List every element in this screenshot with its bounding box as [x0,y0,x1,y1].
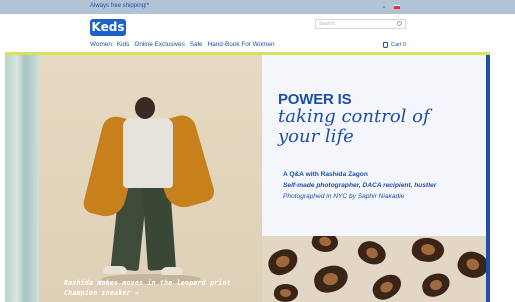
leopard-spot [354,236,390,270]
leopard-spot [453,246,486,284]
keds-logo[interactable]: Keds [90,19,126,36]
nav-item-online-exclusives[interactable]: Online Exclusives [134,40,184,50]
promo-text[interactable]: Always free shipping!* [90,3,149,9]
search-icon[interactable] [397,21,402,26]
leopard-spot [264,245,302,279]
leopard-print-image[interactable] [262,236,486,302]
hero-caption-link[interactable]: Rashida makes moves in the leopard print… [64,279,254,298]
hero-image[interactable] [5,55,262,302]
leopard-spot [312,263,350,295]
headline-bottom: taking control of your life [278,106,430,147]
leopard-spot [273,282,299,302]
qa-subtitle: Self-made photographer, DACA recipient, … [283,182,437,189]
leopard-spot [368,270,406,302]
curtain [5,55,39,302]
nav-item-kids[interactable]: Kids [117,40,129,50]
nav-item-sale[interactable]: Sale [190,40,203,50]
panel-border [486,55,490,302]
nav-item-women[interactable]: Women [90,40,112,50]
dot-icon [383,6,385,8]
nav-item-hand-book[interactable]: Hand-Book For Women [208,40,275,50]
qa-credit: Photographed in NYC by Saphir Niakadie [283,193,405,200]
sneaker [103,266,127,274]
leopard-spot [410,236,446,265]
main-nav: Women Kids Online Exclusives Sale Hand-B… [90,40,280,50]
leopard-spot [309,236,341,256]
cart-link[interactable]: Cart 0 [383,40,406,50]
top-garment [123,118,173,188]
flag-icon[interactable] [394,5,400,9]
promo-bar [0,0,515,14]
leopard-spot [419,270,453,300]
qa-title[interactable]: A Q&A with Rashida Zagon [283,171,368,178]
cart-label: Cart 0 [391,42,406,48]
person-head [135,97,155,119]
sneaker [161,267,183,275]
cart-icon [383,42,388,48]
search-input[interactable]: Search [315,19,406,29]
